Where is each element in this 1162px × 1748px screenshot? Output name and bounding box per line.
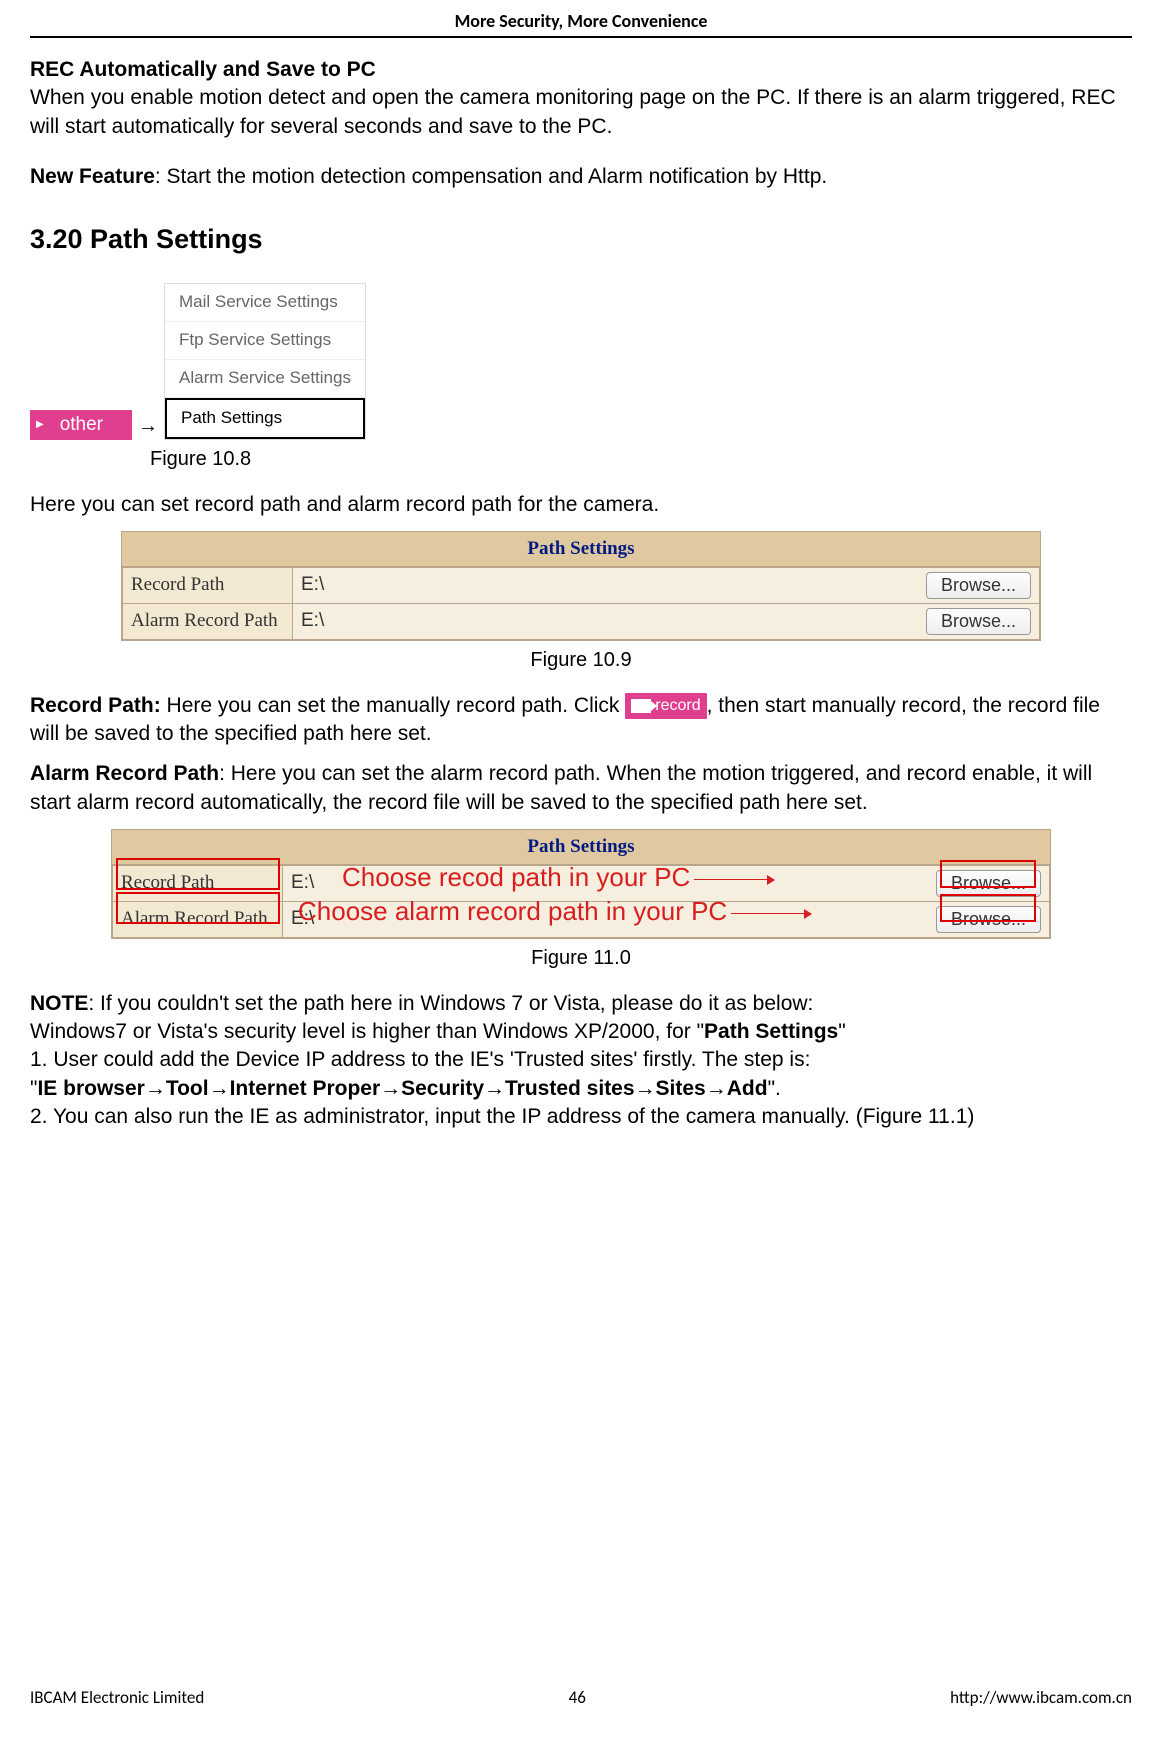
step-1: 1. User could add the Device IP address …: [30, 1048, 810, 1071]
record-chip-label: record: [655, 698, 700, 714]
menu-item-path: Path Settings: [165, 398, 365, 439]
path-settings-title-2: Path Settings: [112, 830, 1050, 865]
browse-button[interactable]: Browse...: [936, 870, 1041, 897]
figure-11-0-caption: Figure 11.0: [30, 945, 1132, 972]
path-settings-title: Path Settings: [122, 532, 1040, 567]
other-chip: other: [30, 410, 132, 440]
table-row: Alarm Record Path E:\ Browse...: [123, 603, 1040, 639]
browse-button[interactable]: Browse...: [936, 906, 1041, 933]
footer-page-number: 46: [569, 1687, 586, 1708]
figure-10-8-caption: Figure 10.8: [150, 446, 1132, 473]
footer-url: http://www.ibcam.com.cn: [950, 1687, 1132, 1708]
camera-icon: [631, 699, 651, 713]
step-2: 2. You can also run the IE as administra…: [30, 1105, 974, 1128]
path-intro: Here you can set record path and alarm r…: [30, 491, 1132, 519]
figure-10-9-caption: Figure 10.9: [30, 647, 1132, 674]
step-1b-c: ".: [768, 1077, 781, 1100]
record-path-label-cell: Record Path: [123, 567, 293, 603]
record-path-label-cell-2: Record Path: [113, 865, 283, 901]
alarm-record-path-label-cell-2: Alarm Record Path: [113, 901, 283, 937]
new-feature-label: New Feature: [30, 165, 155, 188]
note-label: NOTE: [30, 992, 88, 1015]
note-text-1: : If you couldn't set the path here in W…: [88, 992, 813, 1015]
note-text-2a: Windows7 or Vista's security level is hi…: [30, 1020, 704, 1043]
path-settings-table-2: Path Settings Record Path E:\ Browse... …: [111, 829, 1051, 939]
footer-company: IBCAM Electronic Limited: [30, 1687, 204, 1708]
path-settings-heading: 3.20 Path Settings: [30, 221, 1132, 257]
menu-item-mail: Mail Service Settings: [165, 284, 365, 322]
alarm-record-path-value: E:\: [301, 608, 324, 634]
new-feature-text: : Start the motion detection compensatio…: [155, 165, 827, 188]
record-chip: record: [625, 693, 706, 719]
table-row: Record Path E:\ Browse...: [123, 567, 1040, 603]
table-row: Alarm Record Path E:\ Browse...: [113, 901, 1050, 937]
table-row: Record Path E:\ Browse...: [113, 865, 1050, 901]
record-path-value: E:\: [301, 572, 324, 598]
rec-body: When you enable motion detect and open t…: [30, 86, 1116, 137]
alarm-record-path-label-cell: Alarm Record Path: [123, 603, 293, 639]
browse-button[interactable]: Browse...: [926, 572, 1031, 599]
alarm-record-path-value-2: E:\: [291, 906, 314, 932]
rec-heading: REC Automatically and Save to PC: [30, 58, 376, 81]
record-path-bold: Record Path:: [30, 694, 161, 717]
menu-item-ftp: Ftp Service Settings: [165, 322, 365, 360]
page-header-title: More Security, More Convenience: [30, 10, 1132, 38]
record-path-text1: Here you can set the manually record pat…: [161, 694, 620, 717]
step-1b-b: IE browser→Tool→Internet Proper→Security…: [37, 1077, 767, 1100]
record-path-value-2: E:\: [291, 870, 314, 896]
content-body: REC Automatically and Save to PC When yo…: [30, 56, 1132, 1131]
settings-menu: Mail Service Settings Ftp Service Settin…: [164, 283, 366, 440]
path-settings-table-1: Path Settings Record Path E:\ Browse... …: [121, 531, 1041, 641]
menu-figure: other → Mail Service Settings Ftp Servic…: [30, 283, 1132, 440]
other-chip-label: other: [60, 412, 103, 438]
note-text-2b: Path Settings: [704, 1020, 838, 1043]
page-footer: IBCAM Electronic Limited 46 http://www.i…: [30, 1687, 1132, 1708]
note-block: NOTE: If you couldn't set the path here …: [30, 990, 1132, 1132]
browse-button[interactable]: Browse...: [926, 608, 1031, 635]
note-text-2c: ": [838, 1020, 845, 1043]
alarm-record-path-bold: Alarm Record Path: [30, 762, 219, 785]
menu-item-alarm: Alarm Service Settings: [165, 360, 365, 398]
arrow-icon: →: [138, 413, 158, 440]
